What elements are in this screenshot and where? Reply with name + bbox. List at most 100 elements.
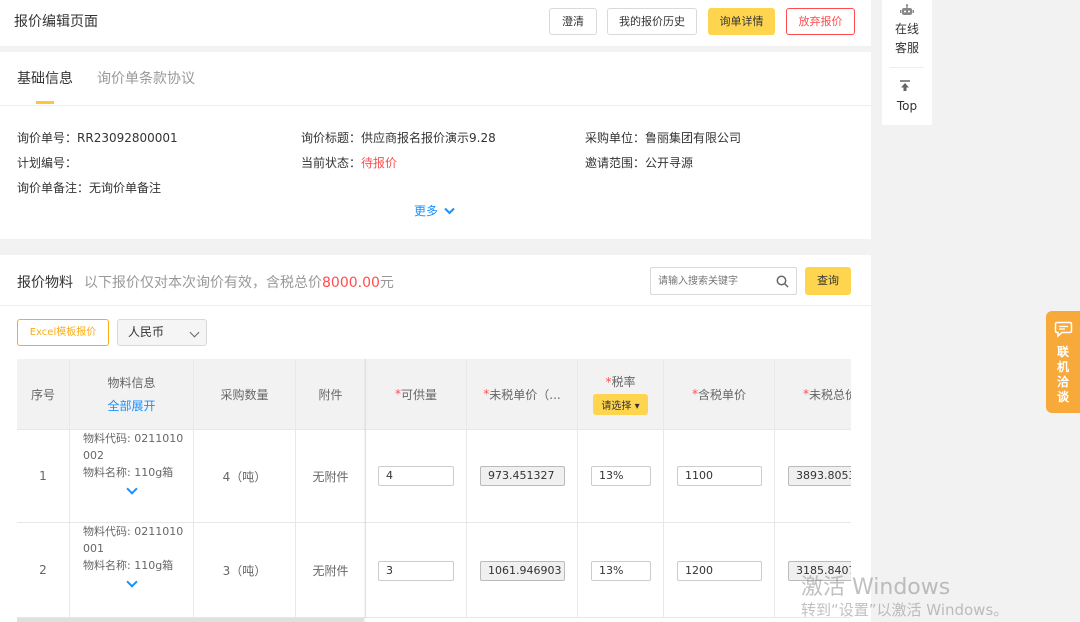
inquiry-no-field: 询价单号：RR23092800001	[17, 129, 178, 146]
expand-chevron-icon[interactable]	[126, 576, 138, 588]
col-header-taxed-price: * 含税单价	[664, 359, 775, 430]
quote-history-button[interactable]: 我的报价历史	[607, 8, 697, 35]
activation-watermark-title: 激活 Windows	[801, 575, 951, 600]
search-icon[interactable]	[776, 275, 789, 288]
chat-tab-label: 联 机 洽 谈	[1046, 345, 1080, 405]
tax-select-label: 请选择	[601, 401, 632, 412]
more-link[interactable]: 更多	[414, 202, 455, 219]
active-tab-indicator	[36, 101, 54, 104]
main-area: 报价编辑页面 澄清 我的报价历史 询单详情 放弃报价 基础信息 询价单条款协议 …	[0, 0, 871, 622]
row1-material-info: 物料代码: 0211010 002 物料名称: 110g箱	[70, 430, 194, 523]
materials-table: 序号 物料信息 全部展开 采购数量 附件 * 可供量 * 未税单价（... *税率 …	[17, 359, 851, 622]
materials-subtitle: 以下报价仅对本次询价有效，含税总价8000.00元	[84, 272, 394, 292]
chevron-down-icon	[444, 207, 455, 215]
activation-watermark-subtitle: 转到“设置”以激活 Windows。	[801, 601, 1009, 619]
row2-seq: 2	[17, 523, 70, 618]
row1-seq: 1	[17, 430, 70, 523]
currency-value: 人民币	[128, 325, 165, 339]
col-header-qty: 采购数量	[194, 359, 296, 430]
chat-tab-char: 洽	[1056, 375, 1069, 389]
inquiry-detail-button[interactable]: 询单详情	[708, 8, 775, 35]
row2-attachment: 无附件	[296, 523, 366, 618]
horizontal-scrollbar[interactable]	[17, 618, 364, 622]
float-bar-divider	[890, 67, 924, 68]
row1-material-code-cont: 002	[83, 449, 104, 462]
query-button[interactable]: 查询	[805, 267, 851, 295]
col-header-untaxed-total: *未税总价	[775, 359, 851, 430]
search-box	[650, 267, 797, 295]
tab-basic-info[interactable]: 基础信息	[17, 68, 73, 88]
chat-tab-char: 机	[1056, 360, 1069, 374]
subtitle-prefix: 以下报价仅对本次询价有效，含税总价	[84, 275, 322, 291]
expand-chevron-icon[interactable]	[126, 483, 138, 495]
status-label: 当前状态：	[301, 156, 362, 170]
tab-divider	[0, 105, 871, 106]
abandon-quote-button[interactable]: 放弃报价	[786, 8, 855, 35]
row2-available-input[interactable]: 3	[378, 561, 454, 581]
buyer-label: 采购单位：	[585, 131, 646, 145]
inquiry-no-label: 询价单号：	[17, 131, 78, 145]
page-title: 报价编辑页面	[14, 14, 98, 30]
chat-tab-char: 谈	[1056, 390, 1069, 404]
row1-qty: 4（吨）	[194, 430, 296, 523]
row2-qty: 3（吨）	[194, 523, 296, 618]
expand-all-link[interactable]: 全部展开	[107, 397, 155, 414]
row2-taxed-price-input[interactable]: 1200	[677, 561, 762, 581]
excel-template-button[interactable]: Excel模板报价	[17, 319, 109, 346]
page-header: 报价编辑页面 澄清 我的报价历史 询单详情 放弃报价	[0, 0, 871, 46]
remark-field: 询价单备注：无询价单备注	[17, 179, 161, 196]
row1-available-input[interactable]: 4	[378, 466, 454, 486]
total-amount: 8000.00	[322, 275, 380, 291]
frozen-column-shadow	[364, 359, 367, 622]
row1-untaxed-price-input: 973.451327	[480, 466, 565, 486]
col-header-seq: 序号	[17, 359, 70, 430]
col-header-untaxed-price: * 未税单价（...	[467, 359, 578, 430]
materials-divider	[0, 305, 871, 306]
row2-material-name: 物料名称: 110g箱	[83, 559, 174, 572]
scope-label: 邀请范围：	[585, 156, 646, 170]
online-service-label-2[interactable]: 客服	[882, 39, 932, 57]
inquiry-title-field: 询价标题：供应商报名报价演示9.28	[301, 129, 496, 146]
scope-field: 邀请范围：公开寻源	[585, 154, 693, 171]
inquiry-title-value: 供应商报名报价演示9.28	[361, 131, 496, 145]
tab-terms-agreement[interactable]: 询价单条款协议	[97, 68, 195, 88]
status-value: 待报价	[361, 156, 398, 170]
row1-tax-rate-input[interactable]: 13%	[591, 466, 651, 486]
online-service-label-1[interactable]: 在线	[882, 20, 932, 38]
row1-material-code: 物料代码: 0211010	[83, 432, 184, 445]
available-qty-label: 可供量	[400, 387, 437, 402]
online-chat-tab[interactable]: 联 机 洽 谈	[1046, 311, 1080, 413]
subtitle-suffix: 元	[379, 275, 394, 291]
more-label: 更多	[414, 204, 439, 218]
untaxed-total-label: 未税总价	[809, 387, 851, 402]
chevron-down-icon	[189, 327, 200, 338]
search-input[interactable]	[651, 268, 771, 294]
back-to-top-button[interactable]: Top	[882, 97, 932, 115]
col-header-tax-rate: *税率 请选择 ▾	[578, 359, 664, 430]
scope-value: 公开寻源	[645, 156, 694, 170]
row1-taxed-price-input[interactable]: 1100	[677, 466, 762, 486]
basic-info-card: 基础信息 询价单条款协议 询价单号：RR23092800001 询价标题：供应商…	[0, 52, 871, 239]
plan-no-field: 计划编号：	[17, 154, 77, 171]
arrow-up-icon[interactable]	[899, 80, 911, 92]
tax-rate-label: 税率	[611, 375, 636, 389]
materials-card: 报价物料 以下报价仅对本次询价有效，含税总价8000.00元 查询 Excel模…	[0, 255, 871, 622]
plan-no-label: 计划编号：	[17, 156, 78, 170]
robot-icon[interactable]	[900, 4, 914, 17]
buyer-value: 鲁丽集团有限公司	[645, 131, 742, 145]
row2-untaxed-price-input: 1061.946903	[480, 561, 565, 581]
currency-select[interactable]: 人民币	[117, 319, 207, 346]
col-header-material-info: 物料信息 全部展开	[70, 359, 194, 430]
row2-tax-rate-input[interactable]: 13%	[591, 561, 651, 581]
chat-bubble-icon	[1054, 321, 1073, 338]
row1-untaxed-total-input: 3893.805309	[788, 466, 851, 486]
caret-down-icon: ▾	[631, 401, 640, 412]
clarify-button[interactable]: 澄清	[549, 8, 597, 35]
buyer-field: 采购单位：鲁丽集团有限公司	[585, 129, 741, 146]
tax-rate-select-button[interactable]: 请选择 ▾	[593, 394, 648, 415]
material-info-label: 物料信息	[107, 376, 156, 390]
materials-title: 报价物料	[17, 275, 73, 291]
row1-attachment: 无附件	[296, 430, 366, 523]
remark-label: 询价单备注：	[17, 181, 90, 195]
chat-tab-char: 联	[1056, 345, 1069, 359]
